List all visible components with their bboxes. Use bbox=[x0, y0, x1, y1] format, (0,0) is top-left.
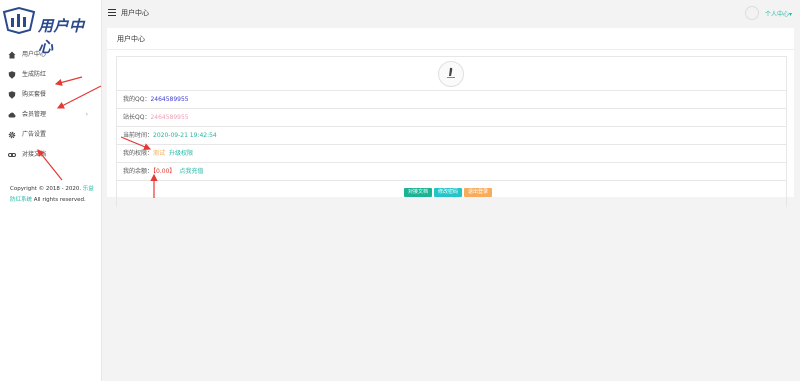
time-row: 当前时间：2020-09-21 19:42:54 bbox=[117, 127, 786, 145]
qq-label: 我的QQ： bbox=[123, 96, 151, 103]
permission-value: 测试 bbox=[153, 150, 166, 157]
logout-button[interactable]: 退出登录 bbox=[464, 188, 493, 197]
gear-icon bbox=[8, 131, 16, 139]
avatar[interactable] bbox=[745, 6, 759, 20]
admin-qq-value[interactable]: 2464589955 bbox=[150, 114, 188, 121]
logo[interactable]: 用户中心 bbox=[2, 6, 98, 56]
sidebar: 用户中心 用户中心 生成防红 购买套餐 会员管理 › 广告设置 对接文档 Cop… bbox=[0, 0, 102, 381]
panel-title: 用户中心 bbox=[117, 35, 145, 43]
sidebar-item-label: 对接文档 bbox=[22, 151, 47, 158]
balance-bracket-close: 】 bbox=[169, 168, 176, 175]
copyright: Copyright © 2018 - 2020. 乐益防红系统 All righ… bbox=[10, 184, 96, 206]
permission-label: 我的权限： bbox=[123, 150, 154, 157]
sidebar-item-member-management[interactable]: 会员管理 › bbox=[0, 105, 101, 125]
sidebar-item-api-docs[interactable]: 对接文档 bbox=[0, 145, 101, 165]
sidebar-item-label: 用户中心 bbox=[22, 51, 47, 58]
upgrade-permission-link[interactable]: 升级权限 bbox=[169, 150, 193, 157]
recharge-link[interactable]: 点我充值 bbox=[179, 168, 203, 175]
home-icon bbox=[8, 51, 16, 59]
admin-qq-row: 站长QQ：2464589955 bbox=[117, 109, 786, 127]
balance-value: 0.00 bbox=[156, 168, 170, 175]
change-password-button[interactable]: 修改密码 bbox=[434, 188, 463, 197]
shield-icon bbox=[8, 71, 16, 79]
sidebar-item-buy-package[interactable]: 购买套餐 bbox=[0, 85, 101, 105]
user-menu-dropdown[interactable]: 个人中心▾ bbox=[765, 9, 792, 18]
copyright-suffix: All rights reserved. bbox=[32, 197, 86, 203]
link-icon bbox=[8, 153, 16, 157]
topbar: 用户中心 个人中心▾ bbox=[101, 0, 800, 25]
qq-row: 我的QQ：2464589955 bbox=[117, 91, 786, 109]
avatar bbox=[438, 61, 464, 87]
cloud-icon bbox=[8, 112, 16, 118]
qq-value: 2464589955 bbox=[150, 96, 189, 103]
sidebar-item-label: 会员管理 bbox=[22, 111, 47, 118]
chevron-right-icon: › bbox=[85, 111, 88, 118]
action-buttons: 对接文档 修改密码 退出登录 bbox=[404, 178, 494, 197]
sidebar-item-label: 生成防红 bbox=[22, 71, 47, 78]
shield-icon bbox=[8, 91, 16, 99]
sidebar-item-user-center[interactable]: 用户中心 bbox=[0, 45, 101, 65]
user-info-panel: 用户中心 我的QQ：2464589955 站长QQ：2464589955 当前时… bbox=[107, 28, 794, 207]
admin-qq-label: 站长QQ： bbox=[123, 114, 151, 121]
menu-toggle-icon[interactable] bbox=[108, 9, 116, 16]
page-title: 用户中心 bbox=[121, 9, 149, 17]
avatar-row bbox=[117, 57, 786, 91]
balance-label: 我的余额： bbox=[123, 168, 154, 175]
sidebar-item-label: 购买套餐 bbox=[22, 91, 47, 98]
time-label: 当前时间： bbox=[123, 132, 154, 139]
sidebar-item-ad-settings[interactable]: 广告设置 bbox=[0, 125, 101, 145]
sidebar-item-generate-antired[interactable]: 生成防红 bbox=[0, 65, 101, 85]
sidebar-item-label: 广告设置 bbox=[22, 131, 47, 138]
logo-icon bbox=[2, 6, 36, 35]
avatar-figure-icon bbox=[447, 67, 455, 78]
sidebar-menu: 用户中心 生成防红 购买套餐 会员管理 › 广告设置 对接文档 bbox=[0, 45, 101, 165]
permission-row: 我的权限：测试 升级权限 bbox=[117, 145, 786, 163]
api-docs-button[interactable]: 对接文档 bbox=[404, 188, 433, 197]
divider bbox=[107, 49, 794, 50]
copyright-prefix: Copyright © 2018 - 2020. bbox=[10, 186, 83, 192]
time-value: 2020-09-21 19:42:54 bbox=[153, 132, 217, 139]
